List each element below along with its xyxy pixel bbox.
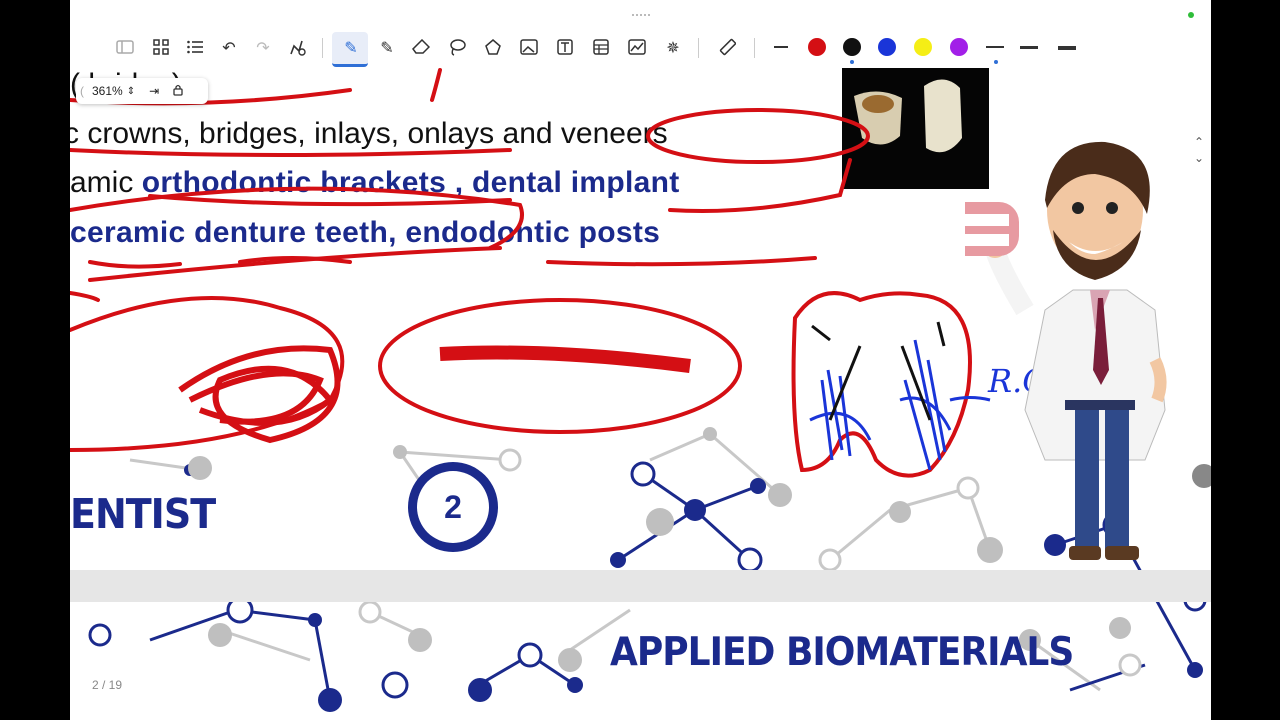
toolbar-drag-handle-icon[interactable]	[632, 14, 650, 19]
sync-status-dot	[1188, 12, 1194, 18]
selected-width-indicator	[994, 60, 998, 64]
drawing-toolbar: ↶ ↷ ✎ ✎ ✵	[70, 0, 1211, 68]
color-swatch-purple[interactable]	[950, 38, 968, 56]
toolbar-divider	[322, 38, 323, 58]
badge-number: 2	[417, 471, 489, 543]
redo-icon[interactable]: ↷	[252, 36, 274, 58]
fit-width-icon[interactable]: ⇥	[149, 84, 159, 98]
scroll-up-icon[interactable]: ⌃	[1194, 134, 1204, 150]
dentist-cartoon-illustration	[965, 141, 1167, 560]
zoom-stepper-icon[interactable]: ⇕	[127, 86, 135, 97]
page-divider-band	[70, 570, 1211, 602]
notes-app-window: ( bridge) c crowns, bridges, inlays, onl…	[70, 0, 1211, 720]
shapes-icon[interactable]	[482, 36, 504, 58]
image-icon[interactable]	[518, 36, 540, 58]
chart-icon[interactable]	[626, 36, 648, 58]
ruler-icon[interactable]	[716, 36, 738, 58]
page-indicator: 2 / 19	[92, 678, 123, 692]
grid-icon[interactable]	[150, 36, 172, 58]
table-icon[interactable]	[590, 36, 612, 58]
color-swatch-red[interactable]	[808, 38, 826, 56]
lasso-icon[interactable]	[446, 36, 468, 58]
color-swatch-black[interactable]	[843, 38, 861, 56]
scroll-controls[interactable]: ⌃ ⌄	[1194, 134, 1204, 166]
course-title: APPLIED BIOMATERIALS	[610, 630, 1074, 675]
stroke-thin-swatch[interactable]	[774, 46, 788, 48]
zoom-control[interactable]: ( 361% ⇕ ⇥	[76, 78, 208, 104]
dentist-heading: ENTIST	[70, 490, 216, 538]
zoom-left-edge: (	[80, 84, 84, 98]
eraser-icon[interactable]	[410, 36, 432, 58]
gesture-icon[interactable]	[286, 36, 308, 58]
stroke-width-thick[interactable]	[1058, 46, 1076, 50]
toolbar-divider	[754, 38, 755, 58]
toolbar-divider	[698, 38, 699, 58]
pen-icon[interactable]: ✎	[340, 36, 362, 58]
color-swatch-blue[interactable]	[878, 38, 896, 56]
color-swatch-yellow[interactable]	[914, 38, 932, 56]
stroke-width-thin[interactable]	[986, 46, 1004, 48]
text-icon[interactable]	[554, 36, 576, 58]
stroke-width-medium[interactable]	[1020, 46, 1038, 49]
slide-number-badge: 2	[408, 462, 498, 552]
scroll-down-icon[interactable]: ⌄	[1194, 150, 1204, 166]
undo-icon[interactable]: ↶	[218, 36, 240, 58]
highlighter-icon[interactable]: ✎	[376, 36, 398, 58]
selected-color-indicator	[850, 60, 854, 64]
sidebar-toggle-icon[interactable]	[114, 36, 136, 58]
zoom-level[interactable]: 361%	[92, 84, 123, 98]
lock-icon[interactable]	[173, 84, 183, 99]
list-icon[interactable]	[184, 36, 206, 58]
scroll-thumb[interactable]	[1192, 464, 1211, 488]
laser-icon[interactable]: ✵	[662, 36, 684, 58]
